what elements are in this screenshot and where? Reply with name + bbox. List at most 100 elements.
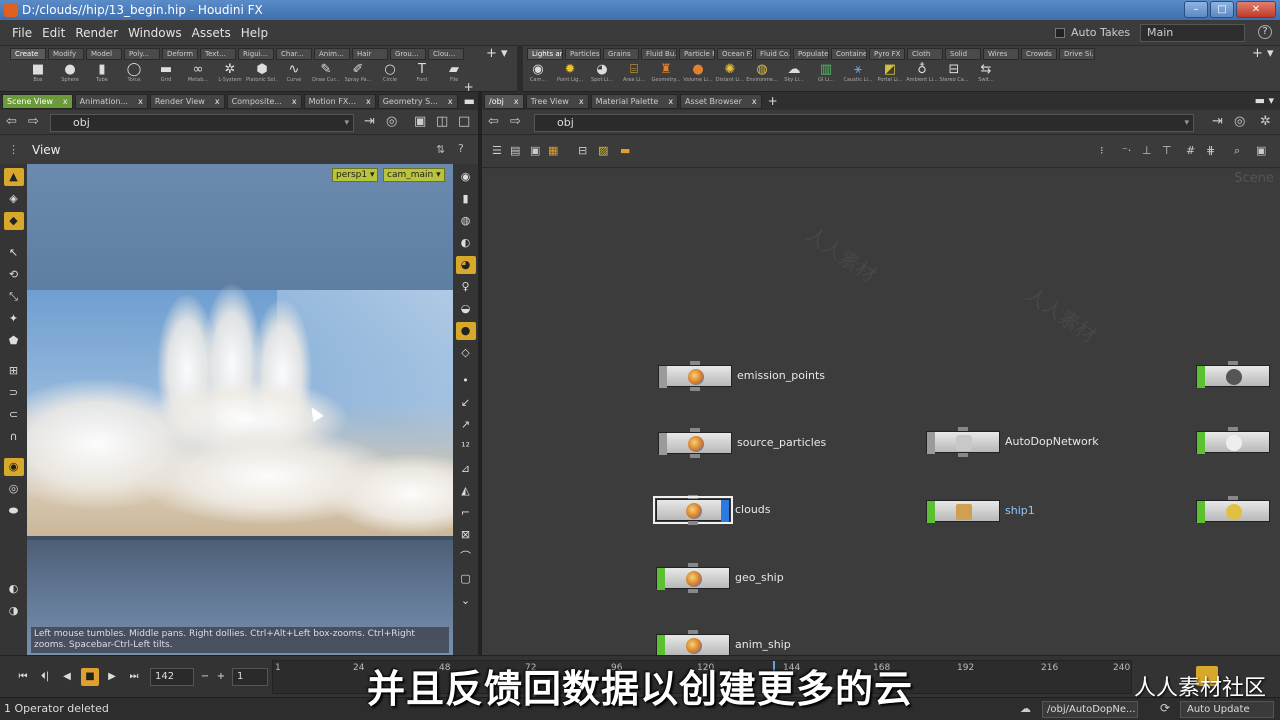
help-icon[interactable]: ? [458, 142, 464, 155]
shelf-tab-lights-cameras[interactable]: Lights an... [527, 48, 563, 60]
grid-snap-icon[interactable]: ⋕ [1206, 145, 1218, 157]
tab-geometry-spreadsheet[interactable]: Geometry S... x [377, 93, 458, 109]
bounding-box-icon[interactable]: ▢ [456, 570, 476, 588]
close-tab-icon[interactable]: x [63, 95, 68, 108]
profile-icon[interactable]: ⌒ [456, 548, 476, 566]
link-icon[interactable]: ◎ [386, 114, 397, 129]
network-box-icon[interactable]: ⊟ [578, 145, 590, 157]
network-path-field[interactable]: obj ▾ [534, 114, 1194, 132]
tab-asset-browser[interactable]: Asset Browser x [680, 93, 762, 109]
tool-portal-light[interactable]: ◩ Portal Li... [874, 63, 906, 91]
network-editor[interactable]: Scene 人人素材 人人素材 emission_points source_p… [482, 169, 1280, 655]
output-connector[interactable] [690, 387, 700, 391]
shelf-tab-create[interactable]: Create [10, 48, 46, 60]
minimize-button[interactable]: – [1184, 1, 1208, 18]
magnet-point-icon[interactable]: ∩ [4, 428, 24, 446]
tool-ambient-light[interactable]: ♁ Ambient Li... [906, 63, 938, 91]
forward-arrow-icon[interactable]: ⇨ [28, 114, 39, 129]
pin-icon[interactable]: ⇥ [364, 114, 375, 129]
viewport-camera-menu[interactable]: persp1 ▾ [332, 168, 379, 182]
lamp-icon[interactable]: ♀ [456, 278, 476, 296]
shelf-tab-ocean-fx[interactable]: Ocean FX [717, 48, 753, 60]
shelf-tab-groom[interactable]: Grou... [390, 48, 426, 60]
scale-tool-icon[interactable]: ⤡ [4, 288, 24, 306]
tab-material-palette[interactable]: Material Palette x [590, 93, 679, 109]
close-tab-icon[interactable]: x [366, 95, 371, 108]
vector-icon[interactable]: ↗ [456, 416, 476, 434]
output-connector[interactable] [688, 589, 698, 593]
shading-icon[interactable]: ● [455, 322, 476, 340]
shelf-tab-cloud[interactable]: Clou... [428, 48, 464, 60]
pin-icon[interactable]: ⇥ [1212, 114, 1223, 129]
tab-tree-view[interactable]: Tree View x [525, 93, 589, 109]
hull-icon[interactable]: ◭ [456, 482, 476, 500]
magnet-primitive-icon[interactable]: ⊂ [4, 406, 24, 424]
link-icon[interactable]: ◎ [1234, 114, 1245, 129]
move-tool-icon[interactable]: ↖ [4, 244, 24, 262]
add-tab-icon[interactable]: + [768, 94, 778, 108]
tool-tube[interactable]: ▮ Tube [86, 63, 118, 91]
add-shelf-right-icon[interactable]: + ▾ [1252, 46, 1274, 61]
shelf-tab-populate[interactable]: Populate... [793, 48, 829, 60]
select-mode-icon[interactable]: ◈ [4, 190, 24, 208]
close-tab-icon[interactable]: x [138, 95, 143, 108]
headlight-icon[interactable]: ◐ [456, 234, 476, 252]
group-tool-icon[interactable]: ⊞ [4, 362, 24, 380]
frame-all-icon[interactable]: ▣ [1256, 145, 1268, 157]
shelf-tab-grains[interactable]: Grains [603, 48, 639, 60]
display-mode-icon[interactable]: ◑ [4, 602, 24, 620]
forward-arrow-icon[interactable]: ⇨ [510, 114, 521, 129]
menu-windows[interactable]: Windows [128, 26, 182, 40]
tool-circle[interactable]: ○ Circle [374, 63, 406, 91]
shelf-tab-crowds[interactable]: Crowds [1021, 48, 1057, 60]
shelf-tab-pyro-fx[interactable]: Pyro FX [869, 48, 905, 60]
tool-point-light[interactable]: ✹ Point Lig... [554, 63, 586, 91]
layout-icon[interactable]: ◫ [436, 114, 448, 129]
tool-curve[interactable]: ∿ Curve [278, 63, 310, 91]
tool-grid[interactable]: ▬ Grid [150, 63, 182, 91]
keyframe-icon[interactable]: ⬬ [4, 502, 24, 520]
shelf-tab-hair[interactable]: Hair [352, 48, 388, 60]
thumbnail-mode-icon[interactable]: ▣ [530, 145, 542, 157]
tool-environment-light[interactable]: ◍ Environme... [746, 63, 778, 91]
maximize-button[interactable]: □ [1210, 1, 1234, 18]
menu-file[interactable]: File [12, 26, 32, 40]
menu-render[interactable]: Render [75, 26, 118, 40]
close-button[interactable]: ✕ [1236, 1, 1276, 18]
tool-draw-curve[interactable]: ✎ Draw Cur... [310, 63, 342, 91]
shelf-tab-cloth[interactable]: Cloth [907, 48, 943, 60]
tab-composite-view[interactable]: Composite... x [226, 93, 302, 109]
select-tool-icon[interactable]: ▲ [3, 168, 24, 186]
point-numbers-icon[interactable]: ¹² [456, 438, 476, 456]
visibility-eye-icon[interactable]: ◉ [456, 168, 476, 186]
ghost-icon[interactable]: ◒ [456, 300, 476, 318]
close-tab-icon[interactable]: x [215, 95, 220, 108]
tool-sphere[interactable]: ● Sphere [54, 63, 86, 91]
shelf-tab-texture[interactable]: Text... [200, 48, 236, 60]
subnet-icon[interactable]: ▬ [620, 145, 632, 157]
shelf-tab-drive-simulation[interactable]: Drive Si... [1059, 48, 1095, 60]
tab-animation-editor[interactable]: Animation... x [74, 93, 148, 109]
shelf-tab-modify[interactable]: Modify [48, 48, 84, 60]
shelf-tab-polygon[interactable]: Poly... [124, 48, 160, 60]
shelf-tab-deform[interactable]: Deform [162, 48, 198, 60]
tool-gi-light[interactable]: ▥ GI Li... [810, 63, 842, 91]
point-display-icon[interactable]: • [456, 372, 476, 390]
pose-tool-icon[interactable]: ✦ [4, 310, 24, 328]
shelf-tab-containers[interactable]: Containe... [831, 48, 867, 60]
shelf-tab-fluid-build[interactable]: Fluid Bu... [641, 48, 677, 60]
tool-stereo-camera[interactable]: ⊟ Stereo Ca... [938, 63, 970, 91]
shelf-tab-model[interactable]: Model [86, 48, 122, 60]
more-options-icon[interactable]: ⌄ [456, 592, 476, 610]
tool-torus[interactable]: ◯ Torus [118, 63, 150, 91]
snapshot-icon[interactable]: ◐ [4, 580, 24, 598]
menu-assets[interactable]: Assets [192, 26, 231, 40]
output-connector[interactable] [690, 454, 700, 458]
shelf-tab-fluid-containers[interactable]: Fluid Co... [755, 48, 791, 60]
display-options-icon[interactable]: ⇅ [436, 143, 445, 156]
sticky-note-icon[interactable]: ▨ [598, 145, 610, 157]
tool-geometry-light[interactable]: ♜ Geometry... [650, 63, 682, 91]
selection-visibility-icon[interactable]: ◎ [4, 480, 24, 498]
pane-menu-icon[interactable]: ⋮ [8, 143, 19, 156]
close-tab-icon[interactable]: x [752, 95, 757, 108]
